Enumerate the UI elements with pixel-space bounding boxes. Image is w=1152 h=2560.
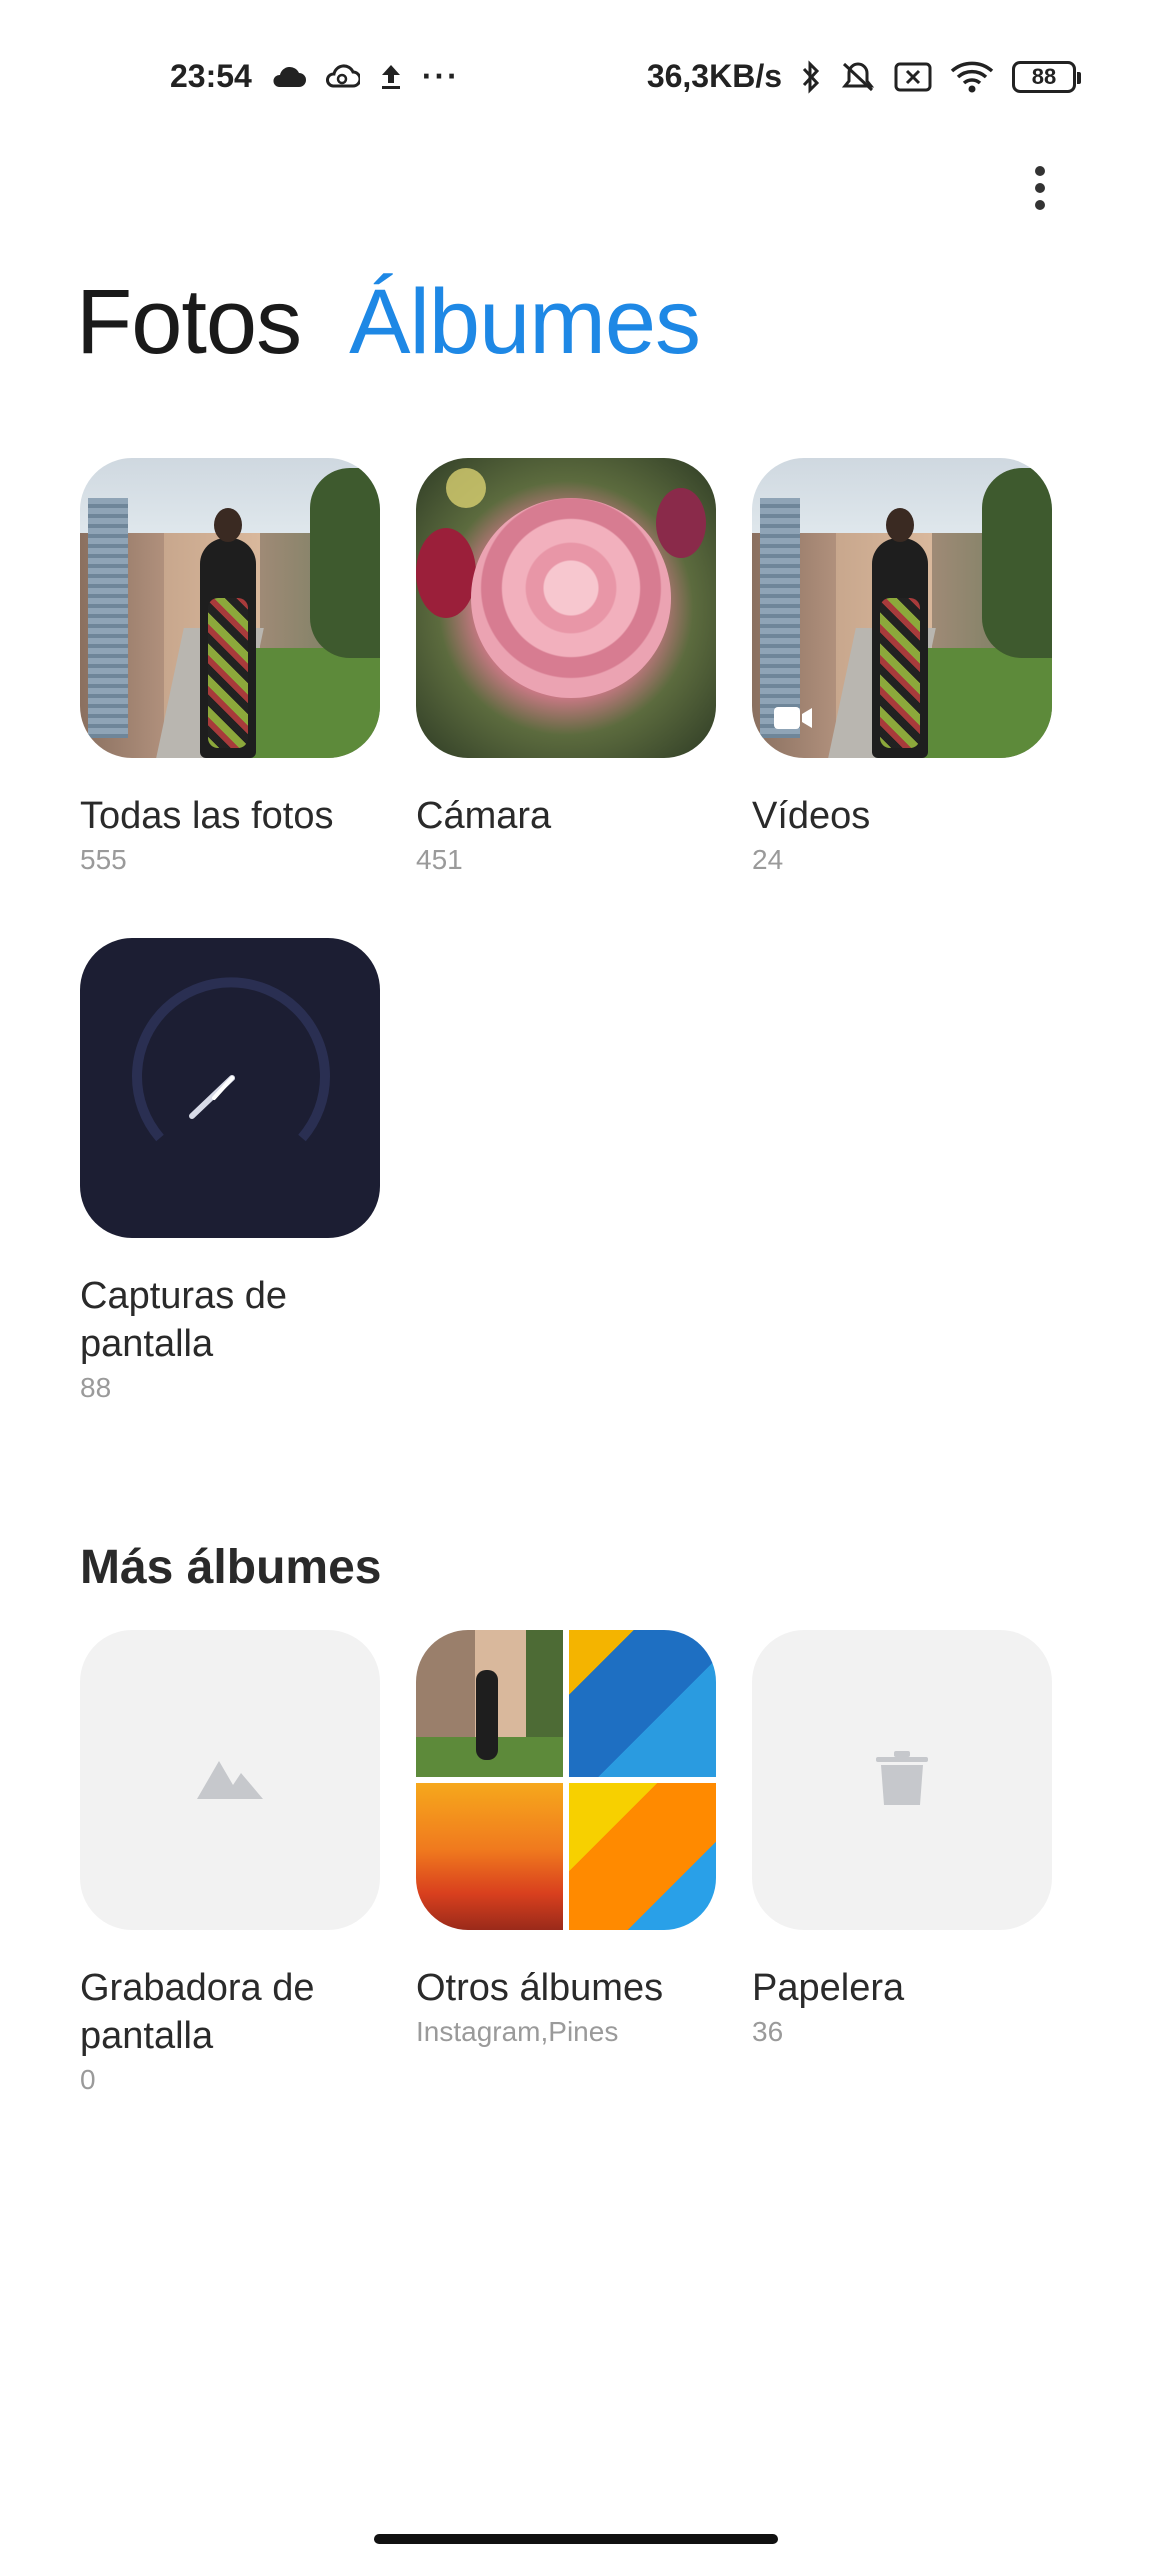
album-thumbnail bbox=[416, 458, 716, 758]
dot bbox=[1035, 183, 1045, 193]
status-bar: 23:54 ··· 36,3KB/s 88 bbox=[0, 40, 1152, 120]
upload-icon bbox=[378, 63, 404, 91]
dot bbox=[1035, 166, 1045, 176]
bluetooth-icon bbox=[800, 59, 822, 94]
battery-indicator: 88 bbox=[1012, 60, 1081, 93]
album-count: 555 bbox=[80, 844, 127, 875]
wifi-icon bbox=[950, 61, 994, 93]
album-title: Cámara bbox=[416, 795, 552, 837]
album-count: 36 bbox=[752, 2016, 784, 2047]
album-thumbnail bbox=[752, 1630, 1052, 1930]
album-count: 88 bbox=[80, 1372, 112, 1403]
trash-icon bbox=[876, 1750, 928, 1810]
home-indicator[interactable] bbox=[374, 2534, 778, 2544]
album-collage-thumbnail bbox=[416, 1630, 716, 1930]
album-title: Grabadora de pantalla bbox=[80, 1967, 315, 2057]
album-videos[interactable]: Vídeos 24 bbox=[752, 458, 1052, 876]
more-options-button[interactable] bbox=[1020, 160, 1060, 216]
cloud-sync-icon bbox=[324, 63, 360, 90]
album-screenshots[interactable]: Capturas de pantalla 88 bbox=[80, 938, 380, 1404]
album-camera[interactable]: Cámara 451 bbox=[416, 458, 716, 876]
mountains-icon bbox=[197, 1757, 263, 1804]
no-sim-icon bbox=[894, 62, 932, 92]
album-count: 0 bbox=[80, 2064, 96, 2095]
more-notifications-icon: ··· bbox=[421, 58, 460, 94]
tab-albums[interactable]: Álbumes bbox=[349, 270, 701, 375]
album-title: Vídeos bbox=[752, 795, 871, 837]
network-speed: 36,3KB/s bbox=[646, 58, 782, 94]
album-title: Todas las fotos bbox=[80, 795, 334, 837]
tab-bar: Fotos Álbumes bbox=[76, 270, 701, 375]
album-trash[interactable]: Papelera 36 bbox=[752, 1630, 1052, 2048]
album-thumbnail bbox=[752, 458, 1052, 758]
cloud-icon bbox=[270, 65, 306, 89]
tab-photos[interactable]: Fotos bbox=[76, 270, 302, 375]
album-all-photos[interactable]: Todas las fotos 555 bbox=[80, 458, 380, 876]
album-title: Otros álbumes bbox=[416, 1967, 664, 2009]
gallery-screen: 23:54 ··· 36,3KB/s 88 Fotos Álbumes Toda… bbox=[0, 0, 1152, 2560]
album-count: 24 bbox=[752, 844, 784, 875]
video-camera-icon bbox=[774, 705, 814, 736]
album-thumbnail bbox=[80, 458, 380, 758]
album-title: Papelera bbox=[752, 1967, 905, 2009]
album-count: 451 bbox=[416, 844, 463, 875]
mute-icon bbox=[840, 60, 876, 94]
album-thumbnail bbox=[80, 1630, 380, 1930]
album-count: Instagram,Pines bbox=[416, 2016, 619, 2047]
album-screen-recorder[interactable]: Grabadora de pantalla 0 bbox=[80, 1630, 380, 2096]
album-thumbnail bbox=[80, 938, 380, 1238]
speedometer-icon bbox=[132, 977, 330, 1142]
album-title: Capturas de pantalla bbox=[80, 1275, 288, 1365]
dot bbox=[1035, 200, 1045, 210]
status-time: 23:54 bbox=[170, 58, 252, 94]
album-other-albums[interactable]: Otros álbumes Instagram,Pines bbox=[416, 1630, 716, 2048]
more-albums-heading: Más álbumes bbox=[80, 1541, 382, 1594]
